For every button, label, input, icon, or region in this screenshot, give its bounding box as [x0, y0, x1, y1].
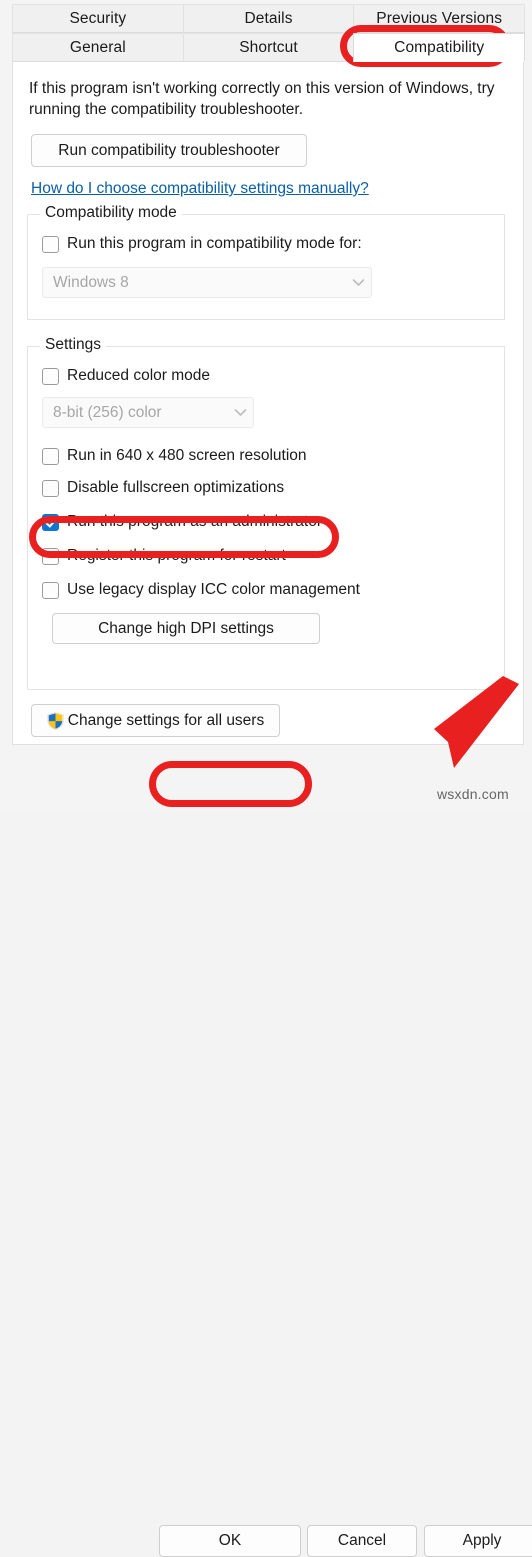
checkbox-label: Run this program as an administrator [67, 513, 323, 530]
tab-label: General [69, 38, 126, 56]
tab-general[interactable]: General [12, 33, 184, 62]
tab-row-bottom: General Shortcut Compatibility [12, 33, 526, 62]
combo-value: Windows 8 [53, 273, 129, 291]
tab-label: Previous Versions [376, 9, 503, 27]
checkbox-row-legacy-icc-color-management[interactable]: Use legacy display ICC color management [42, 579, 360, 601]
checkbox-label: Disable fullscreen optimizations [67, 479, 285, 496]
group-title: Compatibility mode [40, 204, 182, 222]
intro-text: If this program isn't working correctly … [29, 80, 495, 118]
checkbox-row-run-as-administrator[interactable]: Run this program as an administrator [42, 511, 322, 533]
checkbox-label: Run this program in compatibility mode f… [67, 235, 362, 252]
tab-label: Compatibility [394, 38, 485, 56]
button-label: OK [218, 1532, 242, 1549]
settings-group: Settings Reduced color mode 8-bit (256) … [27, 336, 505, 690]
color-depth-combo[interactable]: 8-bit (256) color [42, 397, 254, 428]
apply-button[interactable]: Apply [424, 1525, 532, 1557]
group-title: Settings [40, 336, 107, 354]
checkbox-640x480-resolution[interactable] [42, 447, 59, 465]
tab-strip: Security Details Previous Versions Gener… [12, 4, 526, 62]
dialog-button-bar: OK Cancel Apply [0, 757, 532, 1557]
checkbox-row-reduced-color-mode[interactable]: Reduced color mode [42, 365, 210, 387]
run-compatibility-troubleshooter-button[interactable]: Run compatibility troubleshooter [31, 134, 307, 167]
tab-label: Security [69, 9, 127, 27]
button-label: Cancel [337, 1532, 387, 1549]
checkbox-row-640x480-resolution[interactable]: Run in 640 x 480 screen resolution [42, 445, 307, 467]
compatibility-help-link[interactable]: How do I choose compatibility settings m… [31, 180, 369, 198]
checkbox-compatibility-mode[interactable] [42, 235, 59, 253]
compatibility-mode-version-combo[interactable]: Windows 8 [42, 267, 372, 298]
ok-button[interactable]: OK [159, 1525, 301, 1557]
compatibility-mode-group: Compatibility mode Run this program in c… [27, 204, 505, 320]
checkbox-register-for-restart[interactable] [42, 547, 59, 565]
checkbox-legacy-icc-color-management[interactable] [42, 581, 59, 599]
chevron-down-icon [345, 278, 371, 287]
button-label: Change settings for all users [67, 711, 265, 729]
tab-previous-versions[interactable]: Previous Versions [353, 4, 526, 33]
cancel-button[interactable]: Cancel [307, 1525, 417, 1557]
tab-label: Details [244, 9, 293, 27]
chevron-down-icon [227, 408, 253, 417]
compatibility-tab-panel: If this program isn't working correctly … [12, 62, 524, 745]
checkbox-row-compatibility-mode[interactable]: Run this program in compatibility mode f… [42, 233, 362, 255]
tab-security[interactable]: Security [12, 4, 184, 33]
uac-shield-icon [47, 711, 64, 730]
tab-shortcut[interactable]: Shortcut [182, 33, 355, 62]
checkbox-reduced-color-mode[interactable] [42, 367, 59, 385]
checkbox-label: Use legacy display ICC color management [67, 581, 360, 598]
change-settings-for-all-users-button[interactable]: Change settings for all users [31, 704, 280, 737]
tab-row-top: Security Details Previous Versions [12, 4, 526, 33]
button-label: Run compatibility troubleshooter [58, 141, 280, 159]
combo-value: 8-bit (256) color [53, 403, 162, 421]
tab-label: Shortcut [239, 38, 298, 56]
button-label: Apply [462, 1532, 502, 1549]
change-high-dpi-settings-button[interactable]: Change high DPI settings [52, 613, 320, 644]
checkbox-label: Reduced color mode [67, 367, 211, 384]
properties-dialog: Security Details Previous Versions Gener… [0, 0, 532, 1557]
checkbox-row-disable-fullscreen-optimizations[interactable]: Disable fullscreen optimizations [42, 477, 284, 499]
checkbox-disable-fullscreen-optimizations[interactable] [42, 479, 59, 497]
checkbox-label: Register this program for restart [67, 547, 286, 564]
tab-compatibility[interactable]: Compatibility [353, 33, 526, 62]
button-label: Change high DPI settings [98, 619, 274, 637]
checkbox-label: Run in 640 x 480 screen resolution [67, 447, 307, 464]
checkbox-run-as-administrator[interactable] [42, 513, 59, 531]
checkbox-row-register-for-restart[interactable]: Register this program for restart [42, 545, 286, 567]
watermark: wsxdn.com [437, 786, 509, 802]
tab-details[interactable]: Details [182, 4, 355, 33]
